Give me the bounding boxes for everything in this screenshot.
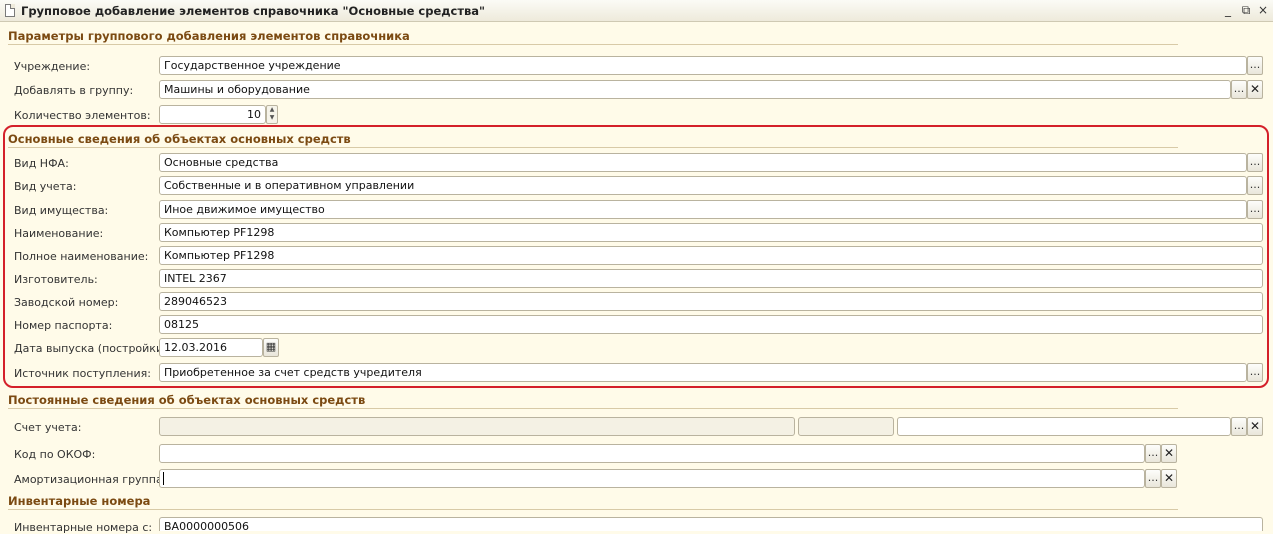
count-spinner[interactable]: ▲ ▼ xyxy=(266,105,278,124)
account-select-button[interactable]: ... xyxy=(1231,417,1247,436)
amort-label: Амортизационная группа: xyxy=(14,473,167,486)
restore-button[interactable]: ⧉ xyxy=(1239,3,1253,17)
group-select-button[interactable]: ... xyxy=(1231,80,1247,99)
serial-field[interactable]: 289046523 xyxy=(159,292,1263,311)
source-field[interactable]: Приобретенное за счет средств учредителя xyxy=(159,363,1247,382)
count-label: Количество элементов: xyxy=(14,109,151,122)
group-clear-button[interactable]: ✕ xyxy=(1247,80,1263,99)
section-divider xyxy=(8,147,1178,148)
spin-up-icon[interactable]: ▲ xyxy=(267,106,277,114)
accounting-select-button[interactable]: ... xyxy=(1247,176,1263,195)
nfa-select-button[interactable]: ... xyxy=(1247,153,1263,172)
accounting-label: Вид учета: xyxy=(14,180,77,193)
accounting-field[interactable]: Собственные и в оперативном управлении xyxy=(159,176,1247,195)
name-field[interactable]: Компьютер PF1298 xyxy=(159,223,1263,242)
amort-field[interactable] xyxy=(159,469,1145,488)
property-label: Вид имущества: xyxy=(14,204,109,217)
date-label: Дата выпуска (постройки): xyxy=(14,342,172,355)
group-field[interactable]: Машины и оборудование xyxy=(159,80,1231,99)
inventory-from-field[interactable]: ВА0000000506 xyxy=(159,517,1263,531)
date-field[interactable]: 12.03.2016 xyxy=(159,338,263,357)
institution-label: Учреждение: xyxy=(14,60,91,73)
close-button[interactable]: × xyxy=(1256,3,1270,17)
inventory-from-label: Инвентарные номера с: xyxy=(14,521,153,534)
institution-field[interactable]: Государственное учреждение xyxy=(159,56,1247,75)
window-titlebar: Групповое добавление элементов справочни… xyxy=(0,0,1273,22)
spin-down-icon[interactable]: ▼ xyxy=(267,114,277,122)
institution-select-button[interactable]: ... xyxy=(1247,56,1263,75)
maker-field[interactable]: INTEL 2367 xyxy=(159,269,1263,288)
passport-label: Номер паспорта: xyxy=(14,319,113,332)
section-divider xyxy=(8,44,1178,45)
amort-clear-button[interactable]: ✕ xyxy=(1161,469,1177,488)
amort-select-button[interactable]: ... xyxy=(1145,469,1161,488)
property-field[interactable]: Иное движимое имущество xyxy=(159,200,1247,219)
section-divider xyxy=(8,408,1178,409)
source-label: Источник поступления: xyxy=(14,367,151,380)
minimize-button[interactable]: _ xyxy=(1221,3,1235,17)
section-divider xyxy=(8,509,1178,510)
maker-label: Изготовитель: xyxy=(14,273,98,286)
okof-select-button[interactable]: ... xyxy=(1145,444,1161,463)
okof-field[interactable] xyxy=(159,444,1145,463)
section-title-basic: Основные сведения об объектах основных с… xyxy=(8,132,351,146)
count-field[interactable]: 10 xyxy=(159,105,266,124)
section-title-constant: Постоянные сведения об объектах основных… xyxy=(8,393,366,407)
account-field-3[interactable] xyxy=(897,417,1231,436)
document-icon xyxy=(5,4,15,17)
serial-label: Заводской номер: xyxy=(14,296,119,309)
text-cursor xyxy=(163,472,164,485)
calendar-icon[interactable]: ▦ xyxy=(263,338,279,357)
passport-field[interactable]: 08125 xyxy=(159,315,1263,334)
nfa-label: Вид НФА: xyxy=(14,157,69,170)
account-field-1[interactable] xyxy=(159,417,795,436)
source-select-button[interactable]: ... xyxy=(1247,363,1263,382)
name-label: Наименование: xyxy=(14,227,104,240)
section-title-inventory: Инвентарные номера xyxy=(8,494,151,508)
nfa-field[interactable]: Основные средства xyxy=(159,153,1247,172)
okof-clear-button[interactable]: ✕ xyxy=(1161,444,1177,463)
account-label: Счет учета: xyxy=(14,421,82,434)
section-title-params: Параметры группового добавления элементо… xyxy=(8,29,410,43)
account-clear-button[interactable]: ✕ xyxy=(1247,417,1263,436)
group-label: Добавлять в группу: xyxy=(14,84,134,97)
fullname-label: Полное наименование: xyxy=(14,250,149,263)
window-title: Групповое добавление элементов справочни… xyxy=(21,4,486,18)
fullname-field[interactable]: Компьютер PF1298 xyxy=(159,246,1263,265)
account-field-2[interactable] xyxy=(798,417,894,436)
okof-label: Код по ОКОФ: xyxy=(14,448,96,461)
property-select-button[interactable]: ... xyxy=(1247,200,1263,219)
